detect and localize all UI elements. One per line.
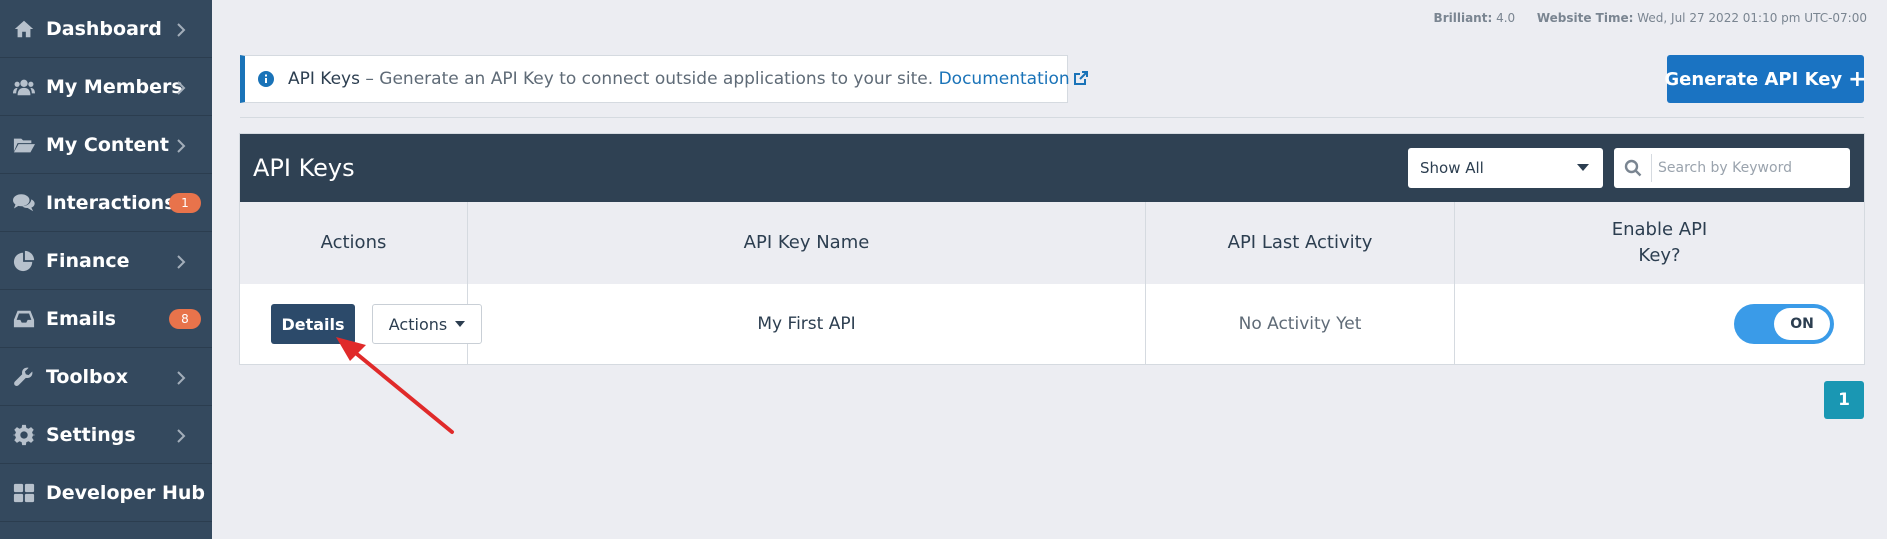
actions-dropdown-button[interactable]: Actions [372, 304, 482, 344]
info-banner: API Keys – Generate an API Key to connec… [240, 55, 1088, 103]
inbox-icon [12, 307, 36, 331]
folder-open-icon [12, 133, 36, 157]
table-row: Details Actions My First API No Activity… [240, 284, 1864, 364]
sidebar-item-label: My Content [46, 134, 170, 156]
chevron-right-icon [176, 138, 186, 153]
gear-icon [12, 423, 36, 447]
chevron-right-icon [176, 428, 186, 443]
banner-title: API Keys [288, 69, 360, 89]
api-key-name-cell: My First API [468, 284, 1146, 364]
notification-badge: 1 [169, 193, 201, 213]
generate-api-key-label: Generate API Key [1664, 68, 1843, 90]
chevron-right-icon [176, 254, 186, 269]
toggle-state-label: ON [1774, 308, 1830, 340]
chevron-right-icon [176, 370, 186, 385]
column-header-api-last-activity: API Last Activity [1146, 202, 1455, 284]
search-box [1614, 148, 1850, 188]
comments-icon [12, 191, 36, 215]
panel-header: API Keys Show All [240, 134, 1864, 202]
version-value: 4.0 [1496, 11, 1516, 25]
sidebar-item-emails[interactable]: Emails 8 [0, 290, 212, 348]
notification-badge: 8 [169, 309, 201, 329]
panel-title: API Keys [253, 154, 355, 182]
table-header: Actions API Key Name API Last Activity E… [240, 202, 1864, 284]
banner-text: API Keys – Generate an API Key to connec… [288, 69, 1089, 89]
external-link-icon [1073, 70, 1089, 86]
search-separator [1651, 154, 1652, 182]
sidebar-item-settings[interactable]: Settings [0, 406, 212, 464]
sidebar: Dashboard My Members My Content Interact… [0, 0, 212, 539]
search-icon [1624, 159, 1642, 177]
info-icon [258, 71, 274, 87]
sidebar-item-label: Finance [46, 250, 130, 272]
column-header-api-key-name: API Key Name [468, 202, 1146, 284]
sidebar-item-interactions[interactable]: Interactions 1 [0, 174, 212, 232]
pagination-page-1[interactable]: 1 [1824, 381, 1864, 419]
column-header-actions: Actions [240, 202, 468, 284]
generate-api-key-button[interactable]: Generate API Key + [1664, 55, 1867, 103]
chevron-right-icon [176, 80, 186, 95]
site-info: Brilliant: 4.0 Website Time: Wed, Jul 27… [1434, 11, 1867, 25]
search-input[interactable] [1658, 154, 1843, 182]
sidebar-item-dashboard[interactable]: Dashboard [0, 0, 212, 58]
documentation-link[interactable]: Documentation [939, 69, 1089, 89]
sidebar-item-label: Toolbox [46, 366, 128, 388]
divider [240, 117, 1864, 118]
api-last-activity: No Activity Yet [1238, 314, 1362, 334]
grid-icon [12, 481, 36, 505]
sidebar-item-finance[interactable]: Finance [0, 232, 212, 290]
caret-down-icon [1577, 164, 1589, 171]
sidebar-divider [0, 521, 212, 522]
column-header-enable-api-key: Enable API Key? [1611, 219, 1708, 266]
actions-cell: Details Actions [240, 284, 482, 364]
api-keys-panel: API Keys Show All Actions API Key Name A… [239, 133, 1865, 365]
caret-down-icon [455, 321, 466, 327]
pie-chart-icon [12, 249, 36, 273]
banner-description: – Generate an API Key to connect outside… [359, 69, 939, 89]
enable-api-key-toggle[interactable]: ON [1734, 304, 1834, 344]
website-time-label: Website Time: [1536, 11, 1634, 25]
api-key-name: My First API [757, 314, 856, 334]
filter-select[interactable]: Show All [1408, 148, 1603, 188]
sidebar-item-label: My Members [46, 76, 183, 98]
sidebar-item-my-members[interactable]: My Members [0, 58, 212, 116]
home-icon [12, 17, 36, 41]
users-icon [12, 75, 36, 99]
api-last-activity-cell: No Activity Yet [1146, 284, 1455, 364]
chevron-right-icon [176, 22, 186, 37]
sidebar-item-developer-hub[interactable]: Developer Hub [0, 464, 212, 522]
sidebar-item-label: Dashboard [46, 18, 162, 40]
version-label: Brilliant: [1433, 11, 1493, 25]
website-time-value: Wed, Jul 27 2022 01:10 pm UTC-07:00 [1637, 11, 1867, 25]
documentation-link-label: Documentation [938, 69, 1070, 89]
sidebar-item-label: Emails [46, 308, 116, 330]
details-button[interactable]: Details [271, 304, 355, 344]
sidebar-item-label: Interactions [46, 192, 176, 214]
sidebar-item-label: Settings [46, 424, 136, 446]
wrench-icon [12, 365, 36, 389]
sidebar-item-label: Developer Hub [46, 482, 205, 504]
filter-selected-value: Show All [1420, 159, 1484, 177]
sidebar-item-my-content[interactable]: My Content [0, 116, 212, 174]
plus-icon: + [1848, 66, 1867, 92]
sidebar-item-toolbox[interactable]: Toolbox [0, 348, 212, 406]
